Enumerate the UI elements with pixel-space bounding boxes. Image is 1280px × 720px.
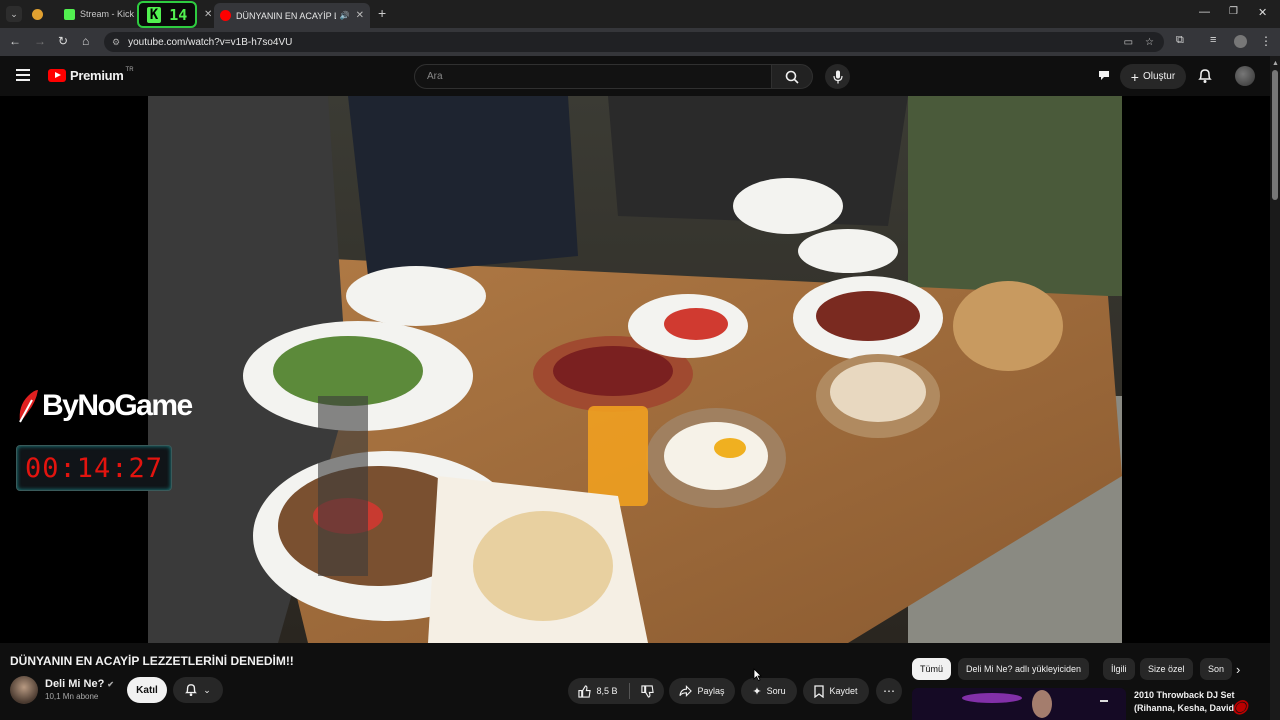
minimize-icon[interactable]: — <box>1199 6 1210 18</box>
microphone-icon <box>832 70 843 83</box>
chip-for-you[interactable]: Size özel <box>1140 658 1193 680</box>
share-button[interactable]: Paylaş <box>669 678 735 704</box>
account-avatar[interactable] <box>1235 66 1255 86</box>
profile-avatar[interactable] <box>1234 35 1247 48</box>
restore-icon[interactable]: ❐ <box>1229 6 1238 17</box>
tab-pinned[interactable] <box>26 4 60 24</box>
search-button[interactable] <box>771 64 813 89</box>
browser-toolbar: ← → ↻ ⌂ ⚙ youtube.com/watch?v=v1B-h7so4V… <box>0 28 1280 56</box>
subscriber-count: 10,1 Mn abone <box>45 692 99 701</box>
site-info-icon[interactable]: ⚙ <box>112 37 120 48</box>
verified-check-icon: ✔ <box>107 680 114 689</box>
new-tab-button[interactable]: + <box>378 5 386 21</box>
share-arrow-icon <box>679 685 693 697</box>
create-button[interactable]: + Oluştur <box>1120 64 1186 89</box>
chip-all[interactable]: Tümü <box>912 658 952 680</box>
back-arrow-icon[interactable]: ← <box>9 34 21 48</box>
bookmark-star-icon[interactable]: ☆ <box>1145 37 1154 48</box>
page-scrollbar[interactable]: ▲ <box>1270 56 1280 720</box>
youtube-favicon-icon <box>220 10 231 21</box>
scrollbar-thumb[interactable] <box>1272 70 1278 200</box>
more-actions-button[interactable]: ⋯ <box>876 678 902 704</box>
chevron-right-icon[interactable]: › <box>1236 662 1240 677</box>
ask-label: Soru <box>766 686 786 696</box>
browser-menu-icon[interactable]: ⋮ <box>1260 34 1272 48</box>
tab-youtube-video[interactable]: DÜNYANIN EN ACAYİP LEZZ 🔊 ✕ <box>214 3 370 28</box>
extensions-icon[interactable]: ⧉ <box>1176 34 1184 47</box>
forward-arrow-icon[interactable]: → <box>34 34 46 48</box>
recommended-video-thumbnail[interactable] <box>912 688 1126 720</box>
media-control-icon[interactable]: ≡ <box>1210 34 1216 46</box>
youtube-premium-logo[interactable]: Premium TR <box>48 66 134 83</box>
feather-logo-icon <box>19 390 38 423</box>
video-title: DÜNYANIN EN ACAYİP LEZZETLERİNİ DENEDİM!… <box>10 654 294 668</box>
tab-close-icon[interactable]: ✕ <box>350 10 364 21</box>
save-button[interactable]: Kaydet <box>803 678 869 704</box>
chevron-down-icon: ⌄ <box>203 684 211 695</box>
notifications-bell-icon[interactable] <box>1198 68 1212 89</box>
video-scene-image <box>148 96 1122 643</box>
cast-icon[interactable]: ▭ <box>1124 37 1133 48</box>
scroll-up-icon[interactable]: ▲ <box>1272 60 1279 67</box>
kick-viewer-count: 14 <box>169 5 188 24</box>
recommendation-chips: Tümü Deli Mi Ne? adlı yükleyiciden İlgil… <box>912 658 1258 682</box>
video-player[interactable]: ByNoGame 00:14:27 ◉ <box>0 96 1270 716</box>
share-label: Paylaş <box>697 686 725 696</box>
logo-country: TR <box>125 66 134 73</box>
video-frame[interactable] <box>148 96 1122 643</box>
chip-related[interactable]: İlgili <box>1103 658 1135 680</box>
more-horizontal-icon: ⋯ <box>883 684 895 698</box>
voice-search-button[interactable] <box>825 64 850 89</box>
address-bar[interactable]: ⚙ youtube.com/watch?v=v1B-h7so4VU ▭ ☆ <box>104 32 1164 52</box>
chip-from-uploader[interactable]: Deli Mi Ne? adlı yükleyiciden <box>958 658 1090 680</box>
bell-icon <box>185 684 198 696</box>
kick-viewer-badge: K 14 <box>137 1 197 28</box>
thumbs-up-icon <box>578 684 592 698</box>
chip-recent[interactable]: Son <box>1200 658 1233 680</box>
thumbs-down-icon[interactable] <box>640 684 654 698</box>
sparkle-icon: ✦ <box>752 685 762 698</box>
tab-search-button[interactable]: ⌄ <box>6 6 22 22</box>
stream-timer: 00:14:27 <box>16 445 172 491</box>
home-icon[interactable]: ⌂ <box>82 34 89 48</box>
bynogame-brand-text: ByNoGame <box>42 389 193 422</box>
channel-avatar[interactable] <box>10 676 38 704</box>
search-placeholder: Ara <box>427 71 443 82</box>
youtube-header: Premium TR Ara + Oluştur <box>0 56 1280 96</box>
bynogame-watermark: ByNoGame <box>16 388 193 424</box>
tab-kick-stream[interactable]: Stream - Kick Da <box>58 4 140 24</box>
dj-set-thumbnail-image <box>912 688 1126 720</box>
channel-name[interactable]: Deli Mi Ne? ✔ <box>45 678 114 690</box>
recommended-video-title[interactable]: 2010 Throwback DJ Set (Rihanna, Kesha, D… <box>1134 689 1268 715</box>
browser-tab-bar: ⌄ Stream - Kick Da K 14 ✕ DÜNYANIN EN AC… <box>0 0 1280 28</box>
like-count: 8,5 B <box>596 686 618 696</box>
join-button[interactable]: Katıl <box>127 677 167 703</box>
tab-label: DÜNYANIN EN ACAYİP LEZZ <box>236 10 336 21</box>
url-text: youtube.com/watch?v=v1B-h7so4VU <box>128 36 293 48</box>
ask-button[interactable]: ✦ Soru <box>741 678 797 704</box>
logo-word: Premium <box>70 68 124 83</box>
close-window-icon[interactable]: ✕ <box>1258 6 1267 19</box>
channel-name-text: Deli Mi Ne? <box>45 678 105 690</box>
search-icon <box>785 70 799 84</box>
tab-label: Stream - Kick Da <box>80 9 134 19</box>
plus-icon: + <box>1130 68 1139 85</box>
search-input[interactable]: Ara <box>414 64 772 89</box>
mouse-cursor-icon <box>753 668 762 681</box>
reload-icon[interactable]: ↻ <box>58 34 68 48</box>
subscription-bell-button[interactable]: ⌄ <box>173 677 223 703</box>
like-divider <box>628 683 630 699</box>
like-dislike-group: 8,5 B <box>568 678 664 704</box>
save-label: Kaydet <box>829 686 858 696</box>
speaker-icon[interactable]: 🔊 <box>340 11 350 20</box>
tab-favicon-icon <box>32 8 43 20</box>
hamburger-menu-icon[interactable] <box>16 69 30 84</box>
youtube-play-icon <box>48 69 66 82</box>
sparkle-chat-icon[interactable] <box>1097 68 1111 87</box>
kick-logo-icon: K <box>146 6 162 23</box>
like-button[interactable]: 8,5 B <box>578 684 618 698</box>
kick-favicon-icon <box>64 8 75 20</box>
create-label: Oluştur <box>1142 71 1176 82</box>
bookmark-icon <box>814 684 825 698</box>
